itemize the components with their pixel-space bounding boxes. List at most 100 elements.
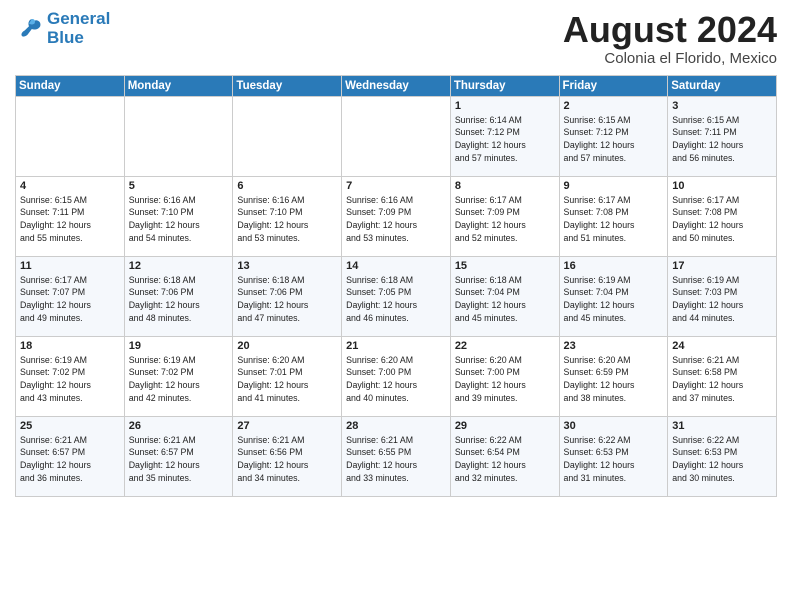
day-number: 7 (346, 180, 446, 192)
calendar-cell: 27Sunrise: 6:21 AM Sunset: 6:56 PM Dayli… (233, 416, 342, 496)
calendar-cell: 3Sunrise: 6:15 AM Sunset: 7:11 PM Daylig… (668, 96, 777, 176)
logo: General Blue (15, 10, 110, 47)
day-number: 27 (237, 420, 337, 432)
calendar-week-row: 4 Sunrise: 6:15 AM Sunset: 7:11 PM Daylig… (16, 176, 777, 256)
day-info: Sunrise: 6:22 AM Sunset: 6:54 PM Dayligh… (455, 434, 555, 485)
day-number: 30 (564, 420, 664, 432)
day-info: Sunrise: 6:20 AM Sunset: 7:01 PM Dayligh… (237, 354, 337, 405)
calendar-cell: 15Sunrise: 6:18 AM Sunset: 7:04 PM Dayli… (450, 256, 559, 336)
calendar-week-row: 11 Sunrise: 6:17 AM Sunset: 7:07 PM Dayli… (16, 256, 777, 336)
day-number: 4 (20, 180, 120, 192)
day-number: 17 (672, 260, 772, 272)
day-number: 14 (346, 260, 446, 272)
weekday-header: Saturday (668, 75, 777, 96)
day-number: 20 (237, 340, 337, 352)
day-number: 16 (564, 260, 664, 272)
calendar-week-row: 1Sunrise: 6:14 AM Sunset: 7:12 PM Daylig… (16, 96, 777, 176)
day-info: Sunrise: 6:18 AM Sunset: 7:06 PM Dayligh… (237, 274, 337, 325)
day-number: 23 (564, 340, 664, 352)
calendar-cell: 11 Sunrise: 6:17 AM Sunset: 7:07 PM Dayli… (16, 256, 125, 336)
page-container: General Blue August 2024 Colonia el Flor… (0, 0, 792, 502)
calendar-cell: 6 Sunrise: 6:16 AM Sunset: 7:10 PM Daylig… (233, 176, 342, 256)
day-info: Sunrise: 6:17 AM Sunset: 7:09 PM Dayligh… (455, 194, 555, 245)
weekday-header: Friday (559, 75, 668, 96)
calendar-cell: 25Sunrise: 6:21 AM Sunset: 6:57 PM Dayli… (16, 416, 125, 496)
day-number: 31 (672, 420, 772, 432)
day-info: Sunrise: 6:19 AM Sunset: 7:02 PM Dayligh… (129, 354, 229, 405)
day-info: Sunrise: 6:17 AM Sunset: 7:08 PM Dayligh… (672, 194, 772, 245)
calendar-cell (124, 96, 233, 176)
day-info: Sunrise: 6:21 AM Sunset: 6:57 PM Dayligh… (20, 434, 120, 485)
weekday-header: Tuesday (233, 75, 342, 96)
day-number: 22 (455, 340, 555, 352)
day-number: 13 (237, 260, 337, 272)
calendar-cell (233, 96, 342, 176)
day-info: Sunrise: 6:21 AM Sunset: 6:57 PM Dayligh… (129, 434, 229, 485)
day-number: 26 (129, 420, 229, 432)
day-number: 10 (672, 180, 772, 192)
day-info: Sunrise: 6:22 AM Sunset: 6:53 PM Dayligh… (672, 434, 772, 485)
weekday-header-row: SundayMondayTuesdayWednesdayThursdayFrid… (16, 75, 777, 96)
calendar-week-row: 25Sunrise: 6:21 AM Sunset: 6:57 PM Dayli… (16, 416, 777, 496)
weekday-header: Sunday (16, 75, 125, 96)
calendar-cell: 24 Sunrise: 6:21 AM Sunset: 6:58 PM Dayli… (668, 336, 777, 416)
calendar-cell: 22Sunrise: 6:20 AM Sunset: 7:00 PM Dayli… (450, 336, 559, 416)
day-info: Sunrise: 6:18 AM Sunset: 7:05 PM Dayligh… (346, 274, 446, 325)
day-info: Sunrise: 6:20 AM Sunset: 7:00 PM Dayligh… (346, 354, 446, 405)
day-info: Sunrise: 6:16 AM Sunset: 7:10 PM Dayligh… (129, 194, 229, 245)
day-number: 19 (129, 340, 229, 352)
calendar-cell: 5Sunrise: 6:16 AM Sunset: 7:10 PM Daylig… (124, 176, 233, 256)
calendar-cell (16, 96, 125, 176)
day-number: 18 (20, 340, 120, 352)
weekday-header: Thursday (450, 75, 559, 96)
calendar-cell: 20 Sunrise: 6:20 AM Sunset: 7:01 PM Dayli… (233, 336, 342, 416)
day-number: 8 (455, 180, 555, 192)
day-number: 6 (237, 180, 337, 192)
calendar-week-row: 18 Sunrise: 6:19 AM Sunset: 7:02 PM Dayli… (16, 336, 777, 416)
day-info: Sunrise: 6:17 AM Sunset: 7:07 PM Dayligh… (20, 274, 120, 325)
day-number: 15 (455, 260, 555, 272)
calendar-cell: 21 Sunrise: 6:20 AM Sunset: 7:00 PM Dayli… (342, 336, 451, 416)
day-info: Sunrise: 6:19 AM Sunset: 7:03 PM Dayligh… (672, 274, 772, 325)
calendar-cell: 12Sunrise: 6:18 AM Sunset: 7:06 PM Dayli… (124, 256, 233, 336)
weekday-header: Monday (124, 75, 233, 96)
day-info: Sunrise: 6:20 AM Sunset: 6:59 PM Dayligh… (564, 354, 664, 405)
calendar-table: SundayMondayTuesdayWednesdayThursdayFrid… (15, 75, 777, 497)
calendar-cell: 29Sunrise: 6:22 AM Sunset: 6:54 PM Dayli… (450, 416, 559, 496)
day-info: Sunrise: 6:15 AM Sunset: 7:11 PM Dayligh… (672, 114, 772, 165)
day-info: Sunrise: 6:17 AM Sunset: 7:08 PM Dayligh… (564, 194, 664, 245)
calendar-cell: 10 Sunrise: 6:17 AM Sunset: 7:08 PM Dayli… (668, 176, 777, 256)
calendar-cell: 23 Sunrise: 6:20 AM Sunset: 6:59 PM Dayli… (559, 336, 668, 416)
calendar-cell: 30 Sunrise: 6:22 AM Sunset: 6:53 PM Dayli… (559, 416, 668, 496)
day-info: Sunrise: 6:15 AM Sunset: 7:11 PM Dayligh… (20, 194, 120, 245)
calendar-cell: 14 Sunrise: 6:18 AM Sunset: 7:05 PM Dayli… (342, 256, 451, 336)
day-number: 12 (129, 260, 229, 272)
calendar-cell: 31 Sunrise: 6:22 AM Sunset: 6:53 PM Dayli… (668, 416, 777, 496)
day-number: 1 (455, 100, 555, 112)
day-info: Sunrise: 6:19 AM Sunset: 7:04 PM Dayligh… (564, 274, 664, 325)
day-info: Sunrise: 6:16 AM Sunset: 7:10 PM Dayligh… (237, 194, 337, 245)
day-info: Sunrise: 6:21 AM Sunset: 6:55 PM Dayligh… (346, 434, 446, 485)
calendar-cell: 7 Sunrise: 6:16 AM Sunset: 7:09 PM Daylig… (342, 176, 451, 256)
logo-icon (15, 15, 43, 43)
page-header: General Blue August 2024 Colonia el Flor… (15, 10, 777, 67)
day-info: Sunrise: 6:21 AM Sunset: 6:58 PM Dayligh… (672, 354, 772, 405)
day-number: 24 (672, 340, 772, 352)
day-number: 11 (20, 260, 120, 272)
day-info: Sunrise: 6:22 AM Sunset: 6:53 PM Dayligh… (564, 434, 664, 485)
calendar-cell: 9Sunrise: 6:17 AM Sunset: 7:08 PM Daylig… (559, 176, 668, 256)
calendar-cell: 1Sunrise: 6:14 AM Sunset: 7:12 PM Daylig… (450, 96, 559, 176)
calendar-cell: 8 Sunrise: 6:17 AM Sunset: 7:09 PM Daylig… (450, 176, 559, 256)
day-info: Sunrise: 6:15 AM Sunset: 7:12 PM Dayligh… (564, 114, 664, 165)
calendar-cell: 4 Sunrise: 6:15 AM Sunset: 7:11 PM Daylig… (16, 176, 125, 256)
day-number: 2 (564, 100, 664, 112)
title-block: August 2024 Colonia el Florido, Mexico (563, 10, 777, 67)
calendar-cell: 13 Sunrise: 6:18 AM Sunset: 7:06 PM Dayli… (233, 256, 342, 336)
calendar-cell: 16 Sunrise: 6:19 AM Sunset: 7:04 PM Dayli… (559, 256, 668, 336)
day-number: 21 (346, 340, 446, 352)
calendar-cell (342, 96, 451, 176)
month-year-title: August 2024 (563, 10, 777, 50)
day-number: 28 (346, 420, 446, 432)
location-subtitle: Colonia el Florido, Mexico (563, 50, 777, 67)
day-info: Sunrise: 6:16 AM Sunset: 7:09 PM Dayligh… (346, 194, 446, 245)
